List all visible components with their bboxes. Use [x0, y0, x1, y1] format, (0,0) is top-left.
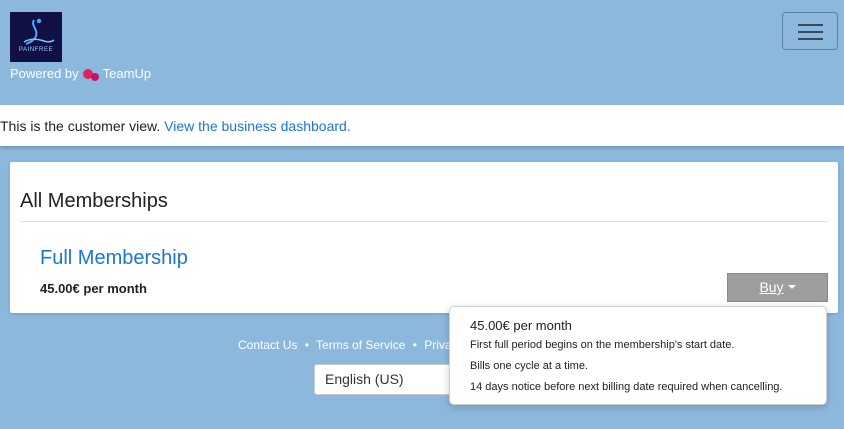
- teamup-brand-name[interactable]: TeamUp: [103, 66, 151, 81]
- separator: •: [304, 338, 309, 352]
- logo-text: PAINFREE: [18, 47, 54, 53]
- membership-name-link[interactable]: Full Membership: [40, 247, 188, 270]
- pricing-popover: 45.00€ per month First full period begin…: [449, 306, 827, 405]
- hamburger-icon: [798, 31, 823, 33]
- popover-title: 45.00€ per month: [470, 318, 572, 333]
- powered-by-label: Powered by: [10, 66, 79, 81]
- site-header: PAINFREE Powered by TeamUp: [0, 0, 844, 105]
- teamup-logo-icon: [82, 67, 100, 81]
- buy-button-label: Buy: [759, 279, 784, 295]
- terms-of-service-link[interactable]: Terms of Service: [316, 338, 405, 352]
- membership-price: 45.00€ per month: [40, 281, 147, 296]
- hamburger-icon: [798, 38, 823, 40]
- memberships-card: All Memberships Full Membership 45.00€ p…: [10, 162, 838, 313]
- buy-button[interactable]: Buy: [727, 273, 828, 302]
- page-title: All Memberships: [20, 190, 168, 212]
- contact-us-link[interactable]: Contact Us: [238, 338, 297, 352]
- separator: •: [412, 338, 417, 352]
- popover-line: First full period begins on the membersh…: [470, 339, 735, 351]
- popover-line: 14 days notice before next billing date …: [470, 381, 783, 393]
- powered-by: Powered by TeamUp: [10, 66, 151, 81]
- caret-down-icon: [787, 285, 796, 290]
- swimmer-logo-icon: [23, 18, 55, 45]
- menu-toggle-button[interactable]: [782, 12, 838, 50]
- divider: [20, 221, 828, 222]
- footer-links: Contact Us • Terms of Service • Privacy: [238, 338, 464, 352]
- hamburger-icon: [798, 24, 823, 26]
- banner-text: This is the customer view.: [0, 118, 161, 134]
- customer-view-banner: This is the customer view. View the busi…: [0, 105, 844, 146]
- popover-line: Bills one cycle at a time.: [470, 360, 588, 372]
- business-dashboard-link[interactable]: View the business dashboard.: [164, 118, 351, 134]
- painfree-logo[interactable]: PAINFREE: [10, 12, 62, 62]
